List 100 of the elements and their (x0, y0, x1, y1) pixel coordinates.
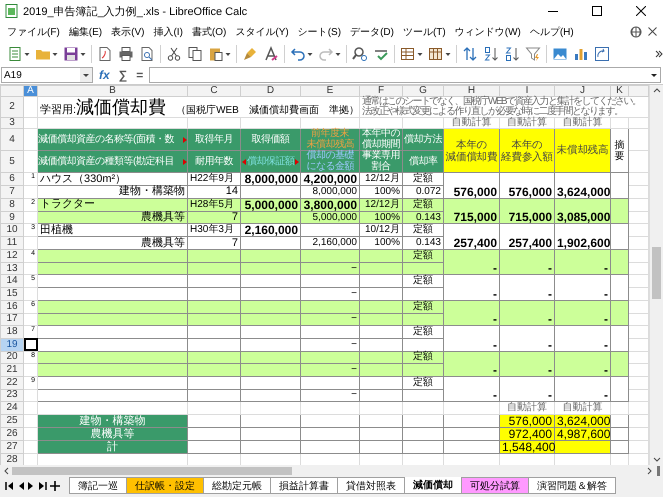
menu-item[interactable]: ウィンドウ(W) (454, 24, 521, 38)
row-header[interactable]: 25 (0, 414, 24, 428)
last-sheet-icon[interactable] (37, 481, 47, 491)
row-header[interactable]: 19 (0, 338, 24, 352)
row-header[interactable]: 11 (0, 236, 24, 250)
globe-icon[interactable] (630, 26, 642, 38)
row-header[interactable]: 16 (0, 300, 24, 313)
row-header[interactable]: 23 (0, 389, 24, 402)
row-header[interactable]: 5 (0, 150, 24, 172)
row-header[interactable]: 18 (0, 326, 24, 338)
row-header[interactable]: 6 (0, 172, 24, 186)
row-header[interactable]: 15 (0, 288, 24, 300)
formula-input[interactable] (149, 67, 661, 83)
row-header[interactable]: 12 (0, 250, 24, 262)
table-rows-icon[interactable] (400, 46, 416, 62)
row-header[interactable]: 26 (0, 428, 24, 440)
table-cell: 715,000 (500, 198, 554, 224)
sheet-tab[interactable]: 損益計算書 (270, 477, 338, 494)
row-header[interactable]: 4 (0, 128, 24, 150)
previous-sheet-icon[interactable] (17, 481, 25, 491)
caret-icon[interactable] (80, 68, 92, 82)
row-header[interactable]: 27 (0, 440, 24, 454)
row-header[interactable]: 21 (0, 364, 24, 376)
sheet-tab[interactable]: 可処分試算 (461, 477, 529, 494)
first-sheet-icon[interactable] (5, 481, 15, 491)
formula-button[interactable]: = (133, 68, 146, 82)
row-header[interactable]: 24 (0, 402, 24, 414)
row-header[interactable]: 7 (0, 186, 24, 198)
name-box[interactable]: A19 (1, 67, 93, 83)
menu-item[interactable]: スタイル(Y) (235, 24, 289, 38)
pdf-export-icon[interactable] (97, 46, 113, 62)
column-header[interactable]: D (240, 86, 300, 96)
column-header[interactable]: E (300, 86, 360, 96)
print-preview-icon[interactable] (139, 46, 155, 62)
column-header[interactable]: F (360, 86, 402, 96)
sheet-tab[interactable]: 仕訳帳・設定 (126, 477, 204, 494)
splitter-handle-icon[interactable] (656, 466, 661, 476)
next-sheet-icon[interactable] (27, 481, 35, 491)
menu-item[interactable]: 挿入(I) (153, 24, 183, 38)
scroll-left-icon[interactable] (2, 466, 10, 476)
sheet-tab[interactable]: 演習問題＆解答 (528, 477, 616, 494)
sheet-tab[interactable]: 貸借対照表 (337, 477, 405, 494)
sheet-tab[interactable]: 総勘定元帳 (203, 477, 271, 494)
formula-button[interactable]: fx (96, 68, 113, 82)
undo-icon[interactable] (290, 46, 306, 62)
row-header[interactable]: 28 (0, 454, 24, 465)
add-sheet-icon[interactable] (49, 480, 61, 492)
scissors-icon[interactable] (166, 46, 182, 62)
close-icon[interactable] (636, 6, 646, 16)
row-header[interactable]: 22 (0, 376, 24, 390)
column-header[interactable]: J (554, 86, 610, 96)
row-header[interactable]: 13 (0, 262, 24, 275)
maximize-icon[interactable] (592, 6, 602, 16)
column-header[interactable]: K (610, 86, 628, 96)
sort-icon[interactable] (462, 46, 478, 62)
scroll-right-icon[interactable] (646, 466, 654, 476)
menu-item[interactable]: 書式(O) (192, 24, 226, 38)
menu-item[interactable]: シート(S) (298, 24, 342, 38)
copy-icon[interactable] (187, 46, 203, 62)
row-header[interactable]: 3 (0, 118, 24, 128)
sort-descending-icon[interactable] (504, 46, 520, 62)
sheet-tab[interactable]: 簿記一巡 (69, 477, 127, 494)
paintbrush-icon[interactable] (242, 46, 258, 62)
close-icon[interactable] (648, 27, 657, 36)
menu-item[interactable]: データ(D) (350, 24, 394, 38)
more-icon[interactable] (655, 48, 663, 58)
row-header[interactable]: 14 (0, 274, 24, 288)
print-icon[interactable] (118, 46, 134, 62)
save-icon[interactable] (63, 46, 79, 62)
table-columns-icon[interactable] (428, 46, 444, 62)
menu-item[interactable]: ヘルプ(H) (530, 24, 574, 38)
filter-icon[interactable] (525, 46, 541, 62)
column-header[interactable]: H (444, 86, 500, 96)
formula-button[interactable]: ∑ (116, 68, 130, 82)
new-spreadsheet-icon[interactable] (7, 46, 23, 62)
column-header[interactable]: B (38, 86, 188, 96)
selected-cell[interactable] (24, 338, 38, 352)
menu-item[interactable]: 編集(E) (68, 24, 102, 38)
column-header[interactable]: C (188, 86, 240, 96)
row-header[interactable]: 20 (0, 351, 24, 364)
image-icon[interactable] (552, 46, 568, 62)
scrollbar-thumb[interactable] (12, 467, 292, 475)
find-replace-icon[interactable] (352, 46, 368, 62)
row-header[interactable]: 8 (0, 198, 24, 212)
row-header[interactable]: 17 (0, 313, 24, 326)
column-header[interactable]: G (402, 86, 444, 96)
sort-ascending-icon[interactable] (483, 46, 499, 62)
menu-item[interactable]: 表示(V) (111, 24, 144, 38)
scrollbar-thumb[interactable] (652, 247, 661, 299)
row-header[interactable]: 2 (0, 96, 24, 118)
column-header[interactable]: I (500, 86, 554, 96)
menu-item[interactable]: ファイル(F) (7, 24, 60, 38)
row-header[interactable]: 10 (0, 224, 24, 237)
menu-item[interactable]: ツール(T) (402, 24, 446, 38)
table-cell (360, 262, 402, 275)
clear-formatting-icon[interactable] (263, 46, 279, 62)
clipboard-icon[interactable] (208, 46, 224, 62)
sheet-tab[interactable]: 減価償却 (404, 477, 462, 494)
row-header[interactable]: 9 (0, 211, 24, 224)
pivot-table-icon[interactable] (594, 46, 610, 62)
